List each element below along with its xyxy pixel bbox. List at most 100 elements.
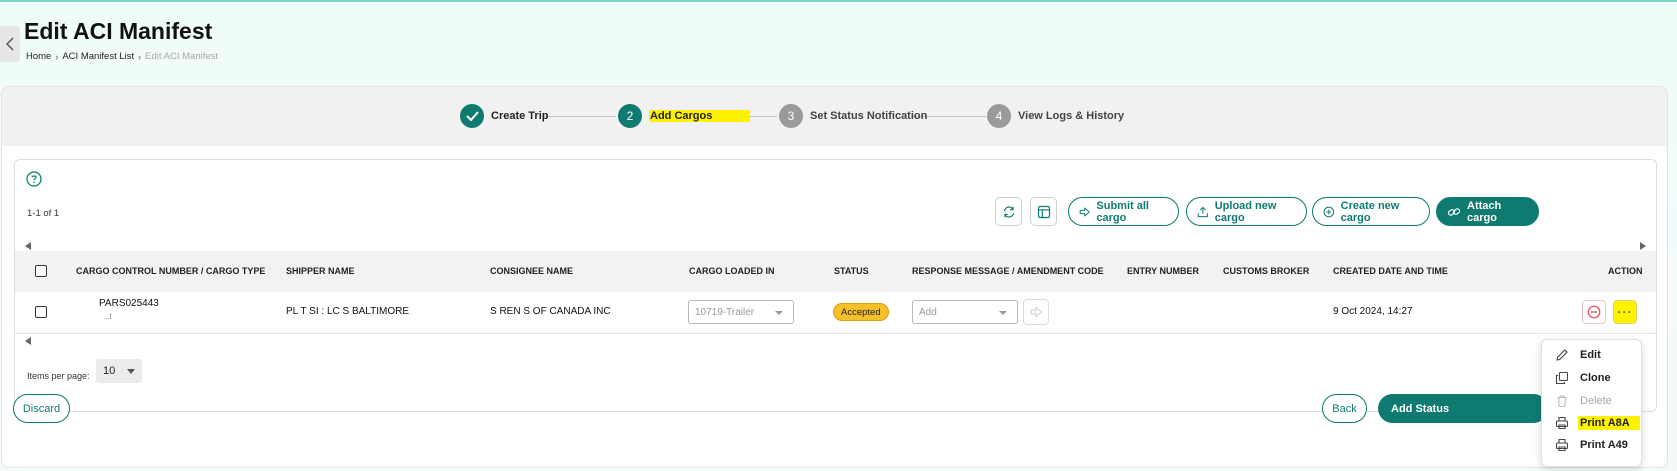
menu-item-label: Print A8A bbox=[1578, 416, 1640, 430]
menu-item-delete: Delete bbox=[1542, 390, 1641, 412]
submit-all-cargo-label: Submit all cargo bbox=[1096, 199, 1149, 224]
col-entry-number[interactable]: ENTRY NUMBER bbox=[1127, 266, 1199, 276]
minus-circle-icon bbox=[1587, 305, 1601, 319]
scroll-right-icon[interactable] bbox=[1640, 242, 1646, 250]
column-settings-button[interactable] bbox=[1030, 197, 1057, 226]
table-columns-icon bbox=[1037, 205, 1050, 218]
menu-item-clone[interactable]: Clone bbox=[1542, 367, 1641, 389]
manifest-card: Create Trip 2 Add Cargos 3 Set Status No… bbox=[1, 86, 1668, 468]
col-status[interactable]: STATUS bbox=[834, 266, 869, 276]
menu-item-label: Edit bbox=[1580, 349, 1601, 361]
check-icon bbox=[460, 104, 484, 128]
pencil-icon bbox=[1556, 349, 1568, 361]
consignee-name: S REN S OF CANADA INC bbox=[490, 306, 611, 317]
col-created-date[interactable]: CREATED DATE AND TIME bbox=[1333, 266, 1448, 276]
select-all-checkbox[interactable] bbox=[35, 265, 47, 277]
upload-new-cargo-label: Upload new cargo bbox=[1214, 199, 1277, 224]
cargo-type: ...t bbox=[103, 312, 112, 321]
upload-new-cargo-button[interactable]: Upload new cargo bbox=[1186, 197, 1307, 226]
cargo-table-panel: 1-1 of 1 Submit all cargo Upload new car… bbox=[14, 159, 1657, 412]
breadcrumb-list[interactable]: ACI Manifest List bbox=[62, 51, 134, 62]
back-arrow-button[interactable] bbox=[0, 26, 20, 62]
page-title: Edit ACI Manifest bbox=[24, 18, 213, 44]
menu-item-label: Clone bbox=[1580, 372, 1611, 384]
create-new-cargo-label: Create new cargo bbox=[1340, 199, 1400, 224]
col-response-message[interactable]: RESPONSE MESSAGE / AMENDMENT CODE bbox=[912, 266, 1104, 276]
menu-item-label: Delete bbox=[1580, 395, 1612, 407]
breadcrumb-separator-icon: › bbox=[138, 51, 142, 62]
stepper: Create Trip 2 Add Cargos 3 Set Status No… bbox=[2, 87, 1667, 146]
step-connector bbox=[543, 116, 616, 117]
table-row: PARS025443 ...t PL T SI : LC S BALTIMORE… bbox=[15, 292, 1656, 334]
step-label: Create Trip bbox=[491, 110, 549, 122]
table-header-row: CARGO CONTROL NUMBER / CARGO TYPE SHIPPE… bbox=[15, 251, 1656, 292]
status-badge: Accepted bbox=[833, 303, 889, 321]
menu-item-edit[interactable]: Edit bbox=[1542, 344, 1641, 366]
record-count: 1-1 of 1 bbox=[27, 208, 60, 219]
trash-icon bbox=[1557, 395, 1567, 408]
step-number: 2 bbox=[618, 104, 642, 128]
arrow-right-icon bbox=[1029, 306, 1042, 318]
cargo-control-number[interactable]: PARS025443 bbox=[99, 298, 159, 309]
breadcrumb-home[interactable]: Home bbox=[26, 51, 51, 62]
col-shipper-name[interactable]: SHIPPER NAME bbox=[286, 266, 355, 276]
top-accent-line bbox=[0, 0, 1677, 2]
items-per-page-label: Items per page: bbox=[27, 371, 90, 381]
step-number: 3 bbox=[779, 104, 803, 128]
arrow-right-icon bbox=[1079, 206, 1090, 217]
created-date-time: 9 Oct 2024, 14:27 bbox=[1333, 306, 1413, 317]
back-button[interactable]: Back bbox=[1322, 394, 1367, 423]
printer-icon bbox=[1555, 416, 1569, 430]
col-consignee-name[interactable]: CONSIGNEE NAME bbox=[490, 266, 573, 276]
breadcrumb-separator-icon: › bbox=[55, 51, 59, 62]
col-cargo-loaded-in[interactable]: CARGO LOADED IN bbox=[689, 266, 775, 276]
discard-button[interactable]: Discard bbox=[13, 394, 70, 423]
col-customs-broker[interactable]: CUSTOMS BROKER bbox=[1223, 266, 1309, 276]
breadcrumb: Home › ACI Manifest List › Edit ACI Mani… bbox=[26, 51, 218, 62]
cargo-loaded-in-select[interactable]: 10719-Trailer bbox=[688, 300, 794, 324]
step-set-status-notification[interactable]: 3 Set Status Notification bbox=[779, 104, 927, 128]
step-label: View Logs & History bbox=[1018, 110, 1125, 122]
step-view-logs-history[interactable]: 4 View Logs & History bbox=[987, 104, 1124, 128]
chevron-down-icon bbox=[999, 311, 1007, 315]
row-actions-menu: Edit Clone Delete Print A8A Print A49 bbox=[1541, 339, 1642, 467]
response-message-placeholder: Add bbox=[919, 306, 937, 318]
submit-all-cargo-button[interactable]: Submit all cargo bbox=[1068, 197, 1179, 226]
plus-circle-icon bbox=[1323, 206, 1335, 217]
remove-cargo-button[interactable] bbox=[1582, 300, 1606, 324]
scroll-left-icon[interactable] bbox=[25, 337, 31, 345]
attach-cargo-button[interactable]: Attach cargo bbox=[1436, 197, 1539, 226]
menu-item-print-a49[interactable]: Print A49 bbox=[1542, 434, 1641, 456]
row-checkbox[interactable] bbox=[35, 306, 47, 318]
menu-item-label: Print A49 bbox=[1580, 439, 1628, 451]
breadcrumb-current: Edit ACI Manifest bbox=[145, 51, 219, 62]
col-cargo-control-number[interactable]: CARGO CONTROL NUMBER / CARGO TYPE bbox=[76, 266, 265, 276]
send-response-button[interactable] bbox=[1023, 299, 1049, 325]
items-per-page-value: 10 bbox=[103, 365, 116, 377]
menu-item-print-a8a[interactable]: Print A8A bbox=[1542, 412, 1641, 434]
chevron-down-icon bbox=[127, 369, 135, 374]
cargo-loaded-in-value: 10719-Trailer bbox=[695, 306, 755, 318]
shipper-name: PL T SI : LC S BALTIMORE bbox=[286, 306, 410, 317]
printer-icon bbox=[1555, 438, 1569, 452]
refresh-button[interactable] bbox=[995, 197, 1022, 226]
more-actions-button[interactable]: ··· bbox=[1613, 300, 1637, 324]
step-number: 4 bbox=[987, 104, 1011, 128]
refresh-icon bbox=[1003, 205, 1014, 218]
chevron-down-icon bbox=[775, 311, 783, 315]
scroll-left-icon[interactable] bbox=[25, 242, 31, 250]
step-add-cargos[interactable]: 2 Add Cargos bbox=[618, 104, 751, 128]
clone-icon bbox=[1555, 371, 1569, 385]
col-action: ACTION bbox=[1608, 266, 1643, 276]
help-icon[interactable] bbox=[26, 171, 42, 190]
response-message-select[interactable]: Add bbox=[912, 300, 1018, 324]
step-create-trip[interactable]: Create Trip bbox=[460, 104, 548, 128]
items-per-page-select[interactable]: 10 bbox=[96, 359, 142, 383]
step-label: Add Cargos bbox=[649, 110, 751, 122]
upload-icon bbox=[1197, 206, 1208, 217]
add-status-button[interactable]: Add Status bbox=[1378, 394, 1548, 423]
chevron-left-icon bbox=[6, 37, 14, 51]
link-icon bbox=[1447, 207, 1461, 216]
ellipsis-icon: ··· bbox=[1617, 305, 1633, 319]
create-new-cargo-button[interactable]: Create new cargo bbox=[1312, 197, 1430, 226]
